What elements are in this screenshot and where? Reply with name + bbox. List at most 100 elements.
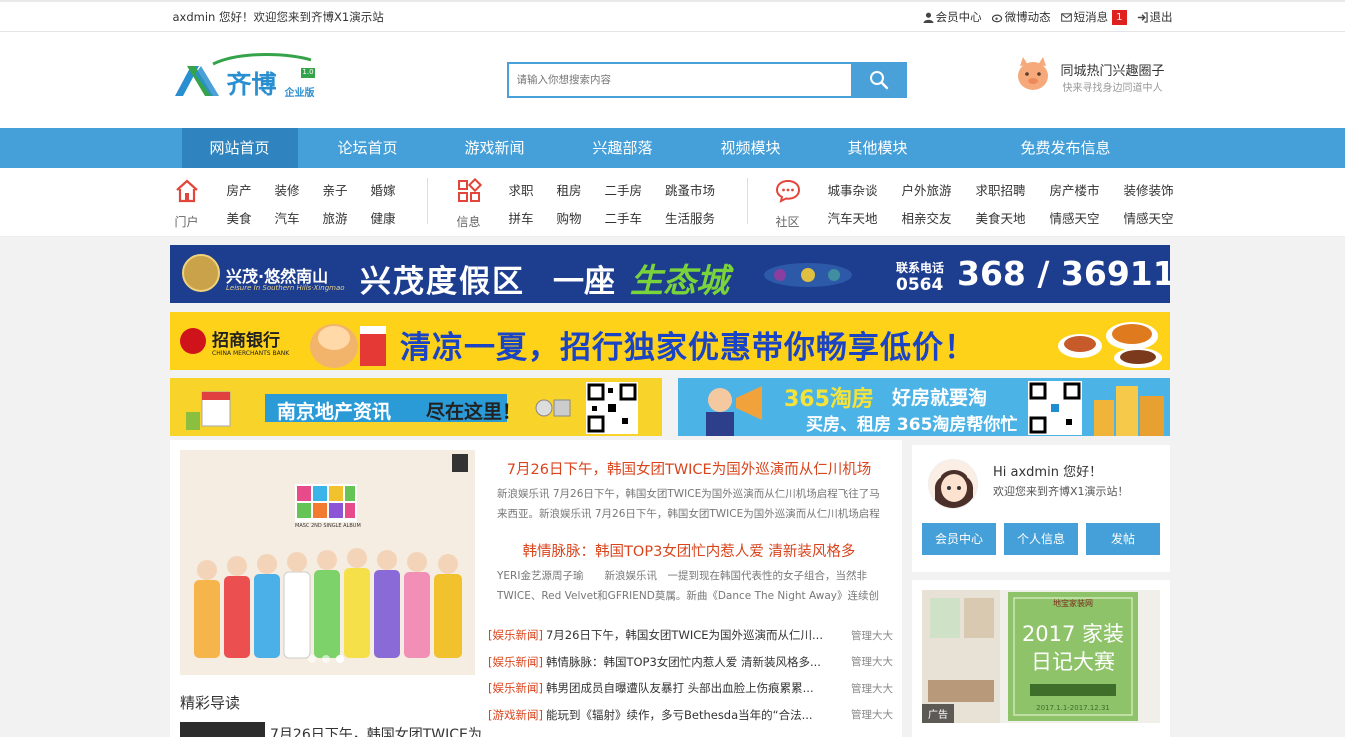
buildings-icon <box>1094 386 1164 436</box>
cat-link[interactable]: 美食天地 <box>976 208 1026 227</box>
main-nav: 网站首页 论坛首页 游戏新闻 兴趣部落 视频模块 其他模块 免费发布信息 <box>0 128 1345 168</box>
featured-headline-1[interactable]: 7月26日下午，韩国女团TWICE为国外巡演而从仁川机场 <box>494 458 884 479</box>
banner-slogan-2: 生态城 <box>630 261 729 300</box>
banner-cmb[interactable]: 招商银行 CHINA MERCHANTS BANK 清凉一夏，招行独家优惠带你畅… <box>170 312 1170 370</box>
cat-link[interactable]: 户外旅游 <box>902 180 952 199</box>
cat-link[interactable]: 二手车 <box>605 208 643 227</box>
search-box <box>506 62 907 98</box>
article-thumbnail[interactable] <box>180 722 265 737</box>
slider-dot-active[interactable] <box>336 655 344 663</box>
banner-contact-label: 联系电话 <box>896 261 945 275</box>
news-list-item[interactable]: [娱乐新闻] 7月26日下午，韩国女团TWICE为国外巡演而从仁川... 管理大… <box>488 622 893 649</box>
banner-365taofang[interactable]: 365淘房 好房就要淘 买房、租房 365淘房帮你忙 <box>678 378 1170 436</box>
news-title: 能玩到《辐射》续作，多亏Bethesda当年的“合法... <box>545 707 813 722</box>
cat-link[interactable]: 汽车 <box>275 208 300 227</box>
member-center-link[interactable]: 会员中心 <box>923 9 982 25</box>
banner-slogan-1: 一座 <box>553 264 615 300</box>
news-author: 管理大大 <box>851 656 893 669</box>
nav-item-forum[interactable]: 论坛首页 <box>310 128 426 168</box>
image-slider[interactable]: MASC 2ND SINGLE ALBUM <box>180 450 475 675</box>
nav-item-interest-tribe[interactable]: 兴趣部落 <box>565 128 681 168</box>
cat-link[interactable]: 租房 <box>557 180 582 199</box>
slider-dot[interactable] <box>308 655 316 663</box>
banner-365-slogan: 好房就要淘 <box>892 387 988 409</box>
member-center-label: 会员中心 <box>935 10 982 24</box>
featured-summary-2: YERI金艺源周子瑜 新浪娱乐讯 一提到现在韩国代表性的女子组合，当然非TWIC… <box>497 570 879 602</box>
nav-item-game-news[interactable]: 游戏新闻 <box>437 128 553 168</box>
banner-nj-text-2: 尽在这里！ <box>426 401 522 423</box>
slider-dot[interactable] <box>322 655 330 663</box>
interest-circle-promo[interactable]: 同城热门兴趣圈子 快来寻找身边同道中人 <box>1013 54 1173 98</box>
news-author: 管理大大 <box>851 682 893 695</box>
cat-link[interactable]: 婚嫁 <box>371 180 396 199</box>
cat-link[interactable]: 相亲交友 <box>902 208 952 227</box>
cat-link[interactable]: 亲子 <box>323 180 348 199</box>
logout-label: 退出 <box>1149 10 1173 24</box>
logout-link[interactable]: 退出 <box>1137 9 1173 25</box>
cat-link[interactable]: 购物 <box>557 208 582 227</box>
news-list-item[interactable]: [娱乐新闻] 韩情脉脉：韩国TOP3女团忙内惹人爱 清新装风格多... 管理大大 <box>488 649 893 676</box>
banner-xingmao-resort[interactable]: 兴茂·悠然南山 Leisure In Southern Hills·Xingma… <box>170 245 1170 303</box>
cat-link[interactable]: 装修 <box>275 180 300 199</box>
ad-image[interactable]: 地宝家装网 2017 家装 日记大赛 2017.1.1-2017.12.31 广… <box>922 590 1160 723</box>
community-row-1: 城事杂谈 户外旅游 求职招聘 房产楼市 装修装饰 <box>828 180 1174 199</box>
news-list-item[interactable]: [娱乐新闻] 韩男团成员自曝遭队友暴打 头部出血脸上伤痕累累... 管理大大 <box>488 675 893 702</box>
cat-link[interactable]: 跳蚤市场 <box>665 180 715 199</box>
food-plates-icon <box>1058 322 1162 368</box>
search-icon <box>869 71 888 90</box>
avatar[interactable] <box>928 459 978 509</box>
profile-button[interactable]: 个人信息 <box>1004 523 1078 555</box>
search-button[interactable] <box>850 62 907 98</box>
cat-link[interactable]: 二手房 <box>605 180 643 199</box>
user-panel: Hi axdmin 您好！ 欢迎您来到齐博X1演示站！ 会员中心 个人信息 发帖 <box>912 445 1170 572</box>
banner-bank-name: 招商银行 <box>212 331 280 351</box>
cat-link[interactable]: 房产 <box>227 180 252 199</box>
article-title[interactable]: 7月26日下午，韩国女团TWICE为 <box>270 724 482 737</box>
qr-code-icon <box>586 382 638 434</box>
banner-nanjing-realestate[interactable]: 南京地产资讯 尽在这里！ <box>170 378 662 436</box>
message-count-badge: 1 <box>1112 9 1127 25</box>
member-center-button[interactable]: 会员中心 <box>922 523 996 555</box>
featured-headline-2[interactable]: 韩情脉脉：韩国TOP3女团忙内惹人爱 清新装风格多 <box>494 540 884 561</box>
info-row-1: 求职 租房 二手房 跳蚤市场 <box>509 180 716 199</box>
post-button[interactable]: 发帖 <box>1086 523 1160 555</box>
news-category: [娱乐新闻] <box>488 628 543 643</box>
cat-link[interactable]: 求职招聘 <box>976 180 1026 199</box>
nav-item-home[interactable]: 网站首页 <box>181 128 298 168</box>
user-welcome: 欢迎您来到齐博X1演示站！ <box>993 485 1129 498</box>
calendar-illustration-icon <box>186 391 231 430</box>
weibo-link[interactable]: 微博动态 <box>991 9 1051 25</box>
ad-site-name: 地宝家装网 <box>1053 599 1093 608</box>
portal-row-2: 美食 汽车 旅游 健康 <box>227 208 396 227</box>
banner-brand-en: Leisure In Southern Hills·Xingmao <box>226 284 345 292</box>
nav-item-other[interactable]: 其他模块 <box>820 128 936 168</box>
cat-link[interactable]: 情感天空 <box>1124 208 1174 227</box>
info-row-2: 拼车 购物 二手车 生活服务 <box>509 208 716 227</box>
cat-link[interactable]: 旅游 <box>323 208 348 227</box>
messages-link[interactable]: 短消息 1 <box>1060 9 1127 25</box>
cat-link[interactable]: 情感天空 <box>1050 208 1100 227</box>
category-group-portal: 门户 房产 装修 亲子 婚嫁 美食 汽车 旅游 健康 <box>173 176 413 230</box>
promo-title: 同城热门兴趣圈子 <box>1060 64 1165 79</box>
cat-link[interactable]: 房产楼市 <box>1050 180 1100 199</box>
news-list-item[interactable]: [游戏新闻] 能玩到《辐射》续作，多亏Bethesda当年的“合法... 管理大… <box>488 702 893 729</box>
cat-link[interactable]: 求职 <box>509 180 534 199</box>
news-title: 7月26日下午，韩国女团TWICE为国外巡演而从仁川... <box>545 628 823 643</box>
cat-link[interactable]: 健康 <box>371 208 396 227</box>
weibo-icon <box>991 14 1002 22</box>
cat-link[interactable]: 汽车天地 <box>828 208 878 227</box>
cat-link[interactable]: 拼车 <box>509 208 534 227</box>
ad-title-2: 日记大赛 <box>1031 650 1115 674</box>
grid-icon <box>455 177 483 207</box>
cat-link[interactable]: 装修装饰 <box>1124 180 1174 199</box>
nav-item-video[interactable]: 视频模块 <box>693 128 809 168</box>
news-category: [娱乐新闻] <box>488 681 543 696</box>
search-input[interactable] <box>506 62 851 98</box>
nav-item-publish[interactable]: 免费发布信息 <box>1006 128 1126 168</box>
cat-link[interactable]: 城事杂谈 <box>828 180 878 199</box>
site-logo[interactable]: 齐博 企业版 1.0 <box>173 52 318 104</box>
mail-icon <box>1060 12 1072 22</box>
divider <box>426 178 428 224</box>
cat-link[interactable]: 生活服务 <box>665 208 715 227</box>
cat-link[interactable]: 美食 <box>227 208 252 227</box>
